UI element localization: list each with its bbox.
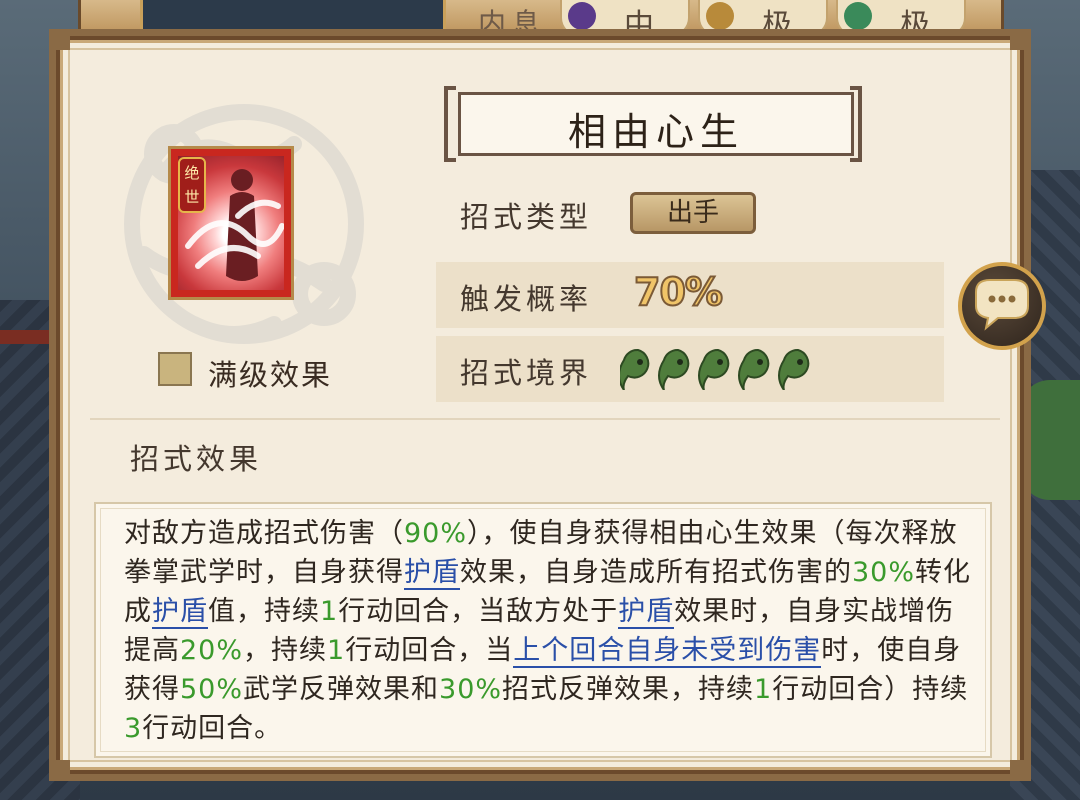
realm-gem-icon <box>698 349 730 390</box>
skill-type-badge: 出手 <box>630 192 756 234</box>
desc-text: ，持续 <box>243 635 328 666</box>
stat-orb-icon <box>844 2 872 30</box>
desc-text: 行动回合）持续 <box>772 674 969 705</box>
trigger-rate-value: 70% <box>633 269 724 315</box>
realm-gem-icon <box>620 349 650 390</box>
keyword-link-shield[interactable]: 护盾 <box>404 557 460 590</box>
desc-text: 行动回合。 <box>142 713 283 744</box>
stat-orb-icon <box>706 2 734 30</box>
effect-description-box: 对敌方造成招式伤害（90%），使自身获得相由心生效果（每次释放拳掌武学时，自身获… <box>94 502 992 758</box>
desc-text: 行动回合，当 <box>345 635 514 666</box>
skill-detail-dialog: 绝世 满级效果 相由心生 招式类型 出手 触发概率 70% 招式境界 招式效果 … <box>56 36 1024 774</box>
desc-value: 1 <box>320 596 339 627</box>
title-bracket-left <box>444 86 456 162</box>
section-divider <box>90 418 1000 420</box>
effect-description-text: 对敌方造成招式伤害（90%），使自身获得相由心生效果（每次释放拳掌武学时，自身获… <box>124 514 974 748</box>
dialog-corner <box>1010 760 1024 774</box>
keyword-link-shield[interactable]: 护盾 <box>618 596 675 629</box>
max-effect-checkbox[interactable] <box>158 352 192 386</box>
skill-type-label: 招式类型 <box>460 200 593 234</box>
desc-value: 20% <box>180 635 244 666</box>
desc-value: 90% <box>404 518 468 549</box>
stat-pill-3: 极 <box>836 0 966 43</box>
desc-text: 值，持续 <box>208 596 320 627</box>
keyword-link-shield[interactable]: 护盾 <box>152 596 208 629</box>
skill-title-plate: 相由心生 <box>458 92 854 156</box>
dialog-corner <box>56 36 70 50</box>
desc-value: 30% <box>852 557 916 588</box>
desc-value: 50% <box>180 674 244 705</box>
max-effect-label: 满级效果 <box>208 358 333 392</box>
stat-orb-icon <box>568 2 596 30</box>
chat-button[interactable] <box>958 262 1046 350</box>
desc-text: 招式反弹效果，持续 <box>502 674 755 705</box>
realm-gem-icon <box>778 349 810 390</box>
effect-section-title: 招式效果 <box>130 442 263 476</box>
stat-pill-1: 中 <box>560 0 690 43</box>
skill-icon[interactable]: 绝世 <box>168 146 294 300</box>
skill-realm-label: 招式境界 <box>460 356 593 390</box>
dialog-corner <box>1010 36 1024 50</box>
desc-text: 效果，自身造成所有招式伤害的 <box>460 557 852 588</box>
realm-gem-icon <box>658 349 690 390</box>
background-tree <box>1020 380 1080 500</box>
realm-level-gems <box>620 349 810 390</box>
desc-text: 武学反弹效果和 <box>243 674 440 705</box>
desc-value: 3 <box>124 713 143 744</box>
desc-value: 1 <box>327 635 346 666</box>
desc-value: 1 <box>754 674 773 705</box>
desc-text: 行动回合，当敌方处于 <box>338 596 619 627</box>
trigger-rate-label: 触发概率 <box>460 282 593 316</box>
dialog-corner <box>56 760 70 774</box>
unique-tag-badge: 绝世 <box>178 157 206 213</box>
keyword-link-no-damage[interactable]: 上个回合自身未受到伤害 <box>513 635 822 668</box>
realm-gem-icon <box>738 349 770 390</box>
title-bracket-right <box>850 86 862 162</box>
background-portrait-frame <box>140 0 446 35</box>
skill-name: 相由心生 <box>567 110 744 154</box>
desc-value: 30% <box>439 674 503 705</box>
speech-bubble-icon <box>975 279 1029 331</box>
desc-text: 对敌方造成招式伤害（ <box>124 518 404 549</box>
stat-pill-2: 极 <box>698 0 828 43</box>
